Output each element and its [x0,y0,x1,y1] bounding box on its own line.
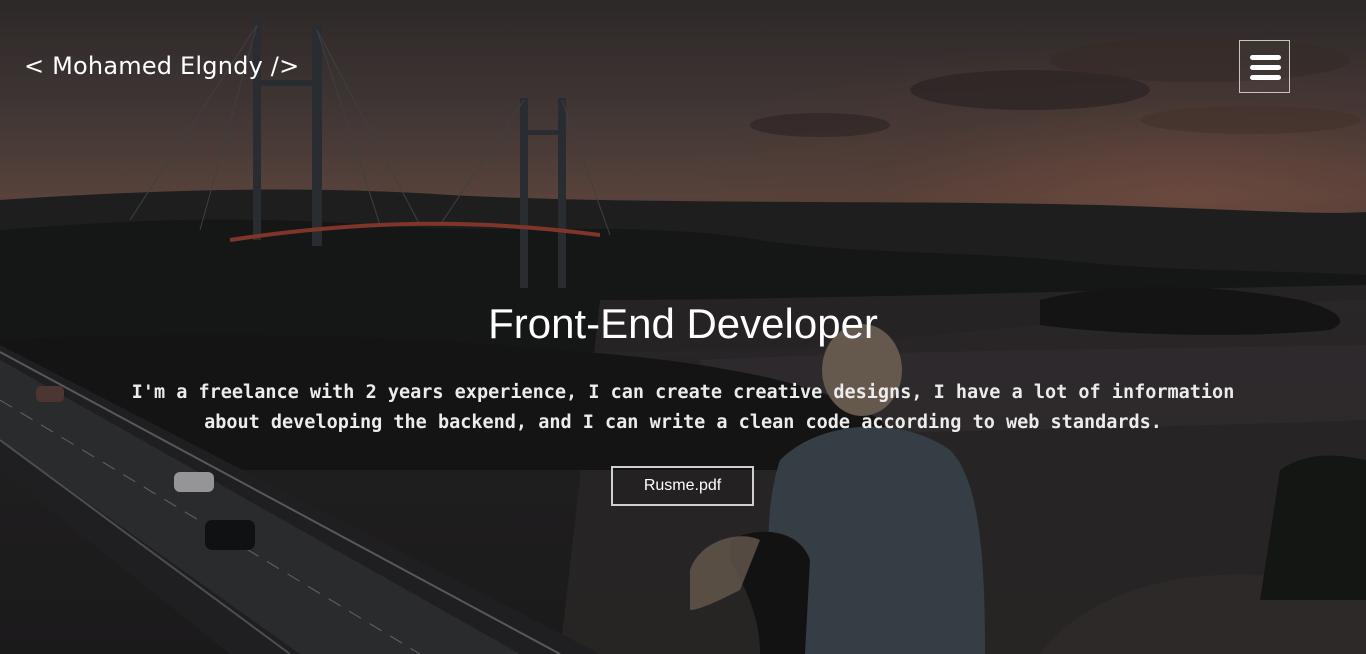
hero-title: Front-End Developer [488,300,878,347]
menu-bar-top [1250,55,1281,60]
menu-toggle-button[interactable] [1239,40,1290,93]
menu-bar-middle [1250,65,1281,70]
menu-bar-bottom [1250,75,1281,80]
site-logo[interactable]: < Mohamed Elgndy /> [24,52,299,80]
resume-download-button[interactable]: Rusme.pdf [611,466,754,506]
hero-description: I'm a freelance with 2 years experience,… [131,382,1235,433]
